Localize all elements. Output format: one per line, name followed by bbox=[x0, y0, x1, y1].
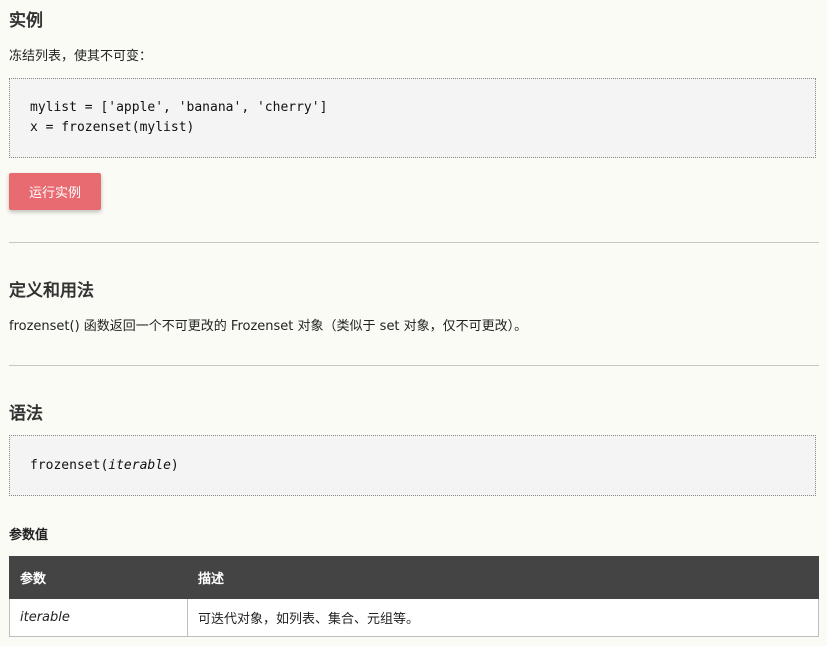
example-description: 冻结列表，使其不可变： bbox=[9, 49, 153, 64]
run-example-button[interactable]: 运行实例 bbox=[9, 173, 101, 210]
divider bbox=[9, 365, 819, 366]
code-line: mylist = ['apple', 'banana', 'cherry'] bbox=[30, 100, 328, 115]
example-code-box: mylist = ['apple', 'banana', 'cherry'] x… bbox=[9, 78, 816, 158]
param-description-cell: 可迭代对象，如列表、集合、元组等。 bbox=[187, 598, 819, 637]
example-title: 实例 bbox=[9, 11, 43, 31]
syntax-code: frozenset(iterable) bbox=[30, 456, 795, 476]
syntax-code-box: frozenset(iterable) bbox=[9, 435, 816, 496]
code-line: x = frozenset(mylist) bbox=[30, 120, 195, 135]
column-header-description: 描述 bbox=[187, 556, 819, 599]
column-header-parameter: 参数 bbox=[9, 556, 188, 599]
param-name-cell: iterable bbox=[9, 598, 188, 637]
syntax-title: 语法 bbox=[9, 404, 43, 424]
definition-title: 定义和用法 bbox=[9, 281, 94, 301]
syntax-code-param: iterable bbox=[108, 458, 171, 473]
table-header-row: 参数 描述 bbox=[9, 556, 819, 599]
parameters-title: 参数值 bbox=[9, 528, 49, 543]
divider bbox=[9, 242, 819, 243]
syntax-code-suffix: ) bbox=[170, 458, 179, 473]
syntax-code-prefix: frozenset( bbox=[30, 458, 109, 473]
definition-text: frozenset() 函数返回一个不可更改的 Frozenset 对象（类似于… bbox=[9, 319, 528, 334]
page: 实例 冻结列表，使其不可变： mylist = ['apple', 'banan… bbox=[0, 0, 827, 646]
table-row: iterable 可迭代对象，如列表、集合、元组等。 bbox=[9, 598, 819, 637]
parameters-table: 参数 描述 iterable 可迭代对象，如列表、集合、元组等。 bbox=[9, 556, 819, 637]
